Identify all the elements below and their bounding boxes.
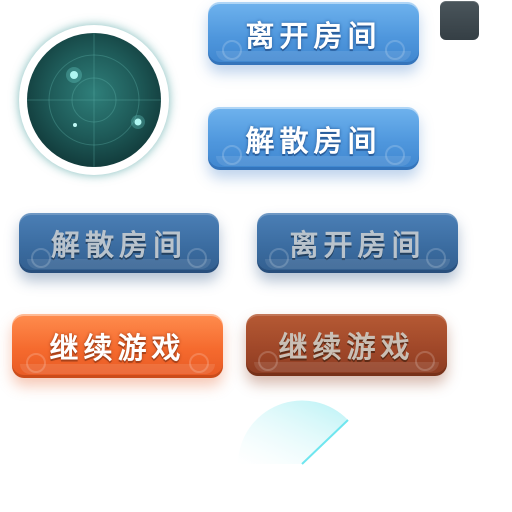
radar-blip — [73, 123, 77, 127]
dissolve-room-label: 解散房间 — [245, 123, 382, 158]
leave-room-label: 离开房间 — [245, 18, 382, 53]
leave-room-disabled-label: 离开房间 — [289, 228, 426, 262]
dissolve-room-button[interactable]: 解散房间 — [208, 107, 419, 170]
radar-sweep-icon — [238, 400, 349, 465]
continue-game-button[interactable]: 继续游戏 — [12, 314, 223, 378]
leave-room-button[interactable]: 离开房间 — [208, 2, 419, 65]
continue-game-label: 继续游戏 — [49, 331, 186, 365]
leave-room-button-disabled[interactable]: 离开房间 — [257, 213, 458, 273]
continue-game-disabled-label: 继续游戏 — [278, 330, 415, 364]
radar-screen — [27, 33, 161, 167]
continue-game-button-disabled[interactable]: 继续游戏 — [246, 314, 447, 376]
square-button-icon[interactable] — [440, 1, 479, 40]
dissolve-room-disabled-label: 解散房间 — [50, 228, 187, 262]
radar-icon — [19, 25, 169, 175]
dissolve-room-button-disabled[interactable]: 解散房间 — [19, 213, 219, 273]
